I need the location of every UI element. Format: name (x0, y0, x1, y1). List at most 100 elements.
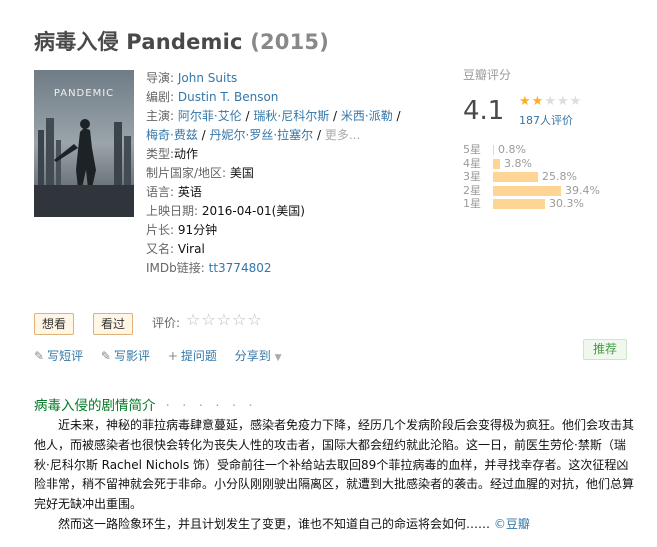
rating-score: 4.1 (463, 96, 505, 126)
rating-dist-bar (493, 172, 538, 182)
cast-row: 主演: 阿尔菲·艾伦 / 瑞秋·尼科尔斯 / 米西·派勒 / (146, 109, 401, 123)
cast-link[interactable]: 梅奇·费兹 (146, 128, 198, 142)
summary-paragraph-2: 然而这一路险象环生，并且计划发生了变更，谁也不知道自己的命运将会如何…… ©豆瓣 (34, 515, 634, 535)
aka-label: 又名: (146, 242, 175, 256)
movie-poster[interactable]: PANDEMIC (34, 70, 134, 217)
summary-heading: 病毒入侵的剧情简介 · · · · · · (34, 394, 257, 414)
rating-dist-percent: 25.8% (542, 170, 577, 183)
imdb-link[interactable]: tt3774802 (209, 261, 272, 275)
rate-label: 评价: (152, 316, 181, 330)
rating-dist-label: 4星 (463, 156, 481, 170)
movie-year: (2015) (250, 30, 330, 54)
share-dropdown[interactable]: 分享到 ▼ (235, 349, 282, 363)
country-value: 美国 (229, 166, 254, 180)
poster-title: PANDEMIC (54, 88, 114, 99)
pencil-icon: ✎ (34, 349, 45, 363)
rating-dist-percent: 0.8% (498, 143, 526, 156)
rating-dist-percent: 39.4% (565, 183, 600, 197)
cast-link[interactable]: 米西·派勒 (341, 109, 393, 123)
want-to-watch-button[interactable]: 想看 (34, 313, 75, 335)
rating-panel: 豆瓣评分 4.1 ★★★★★ 187人评价 5星 0.8% 4星 3.8% 3星 25.8… (463, 66, 643, 210)
movie-info: 导演: John Suits 编剧: Dustin T. Benson 主演: … (146, 69, 446, 278)
empty-star-icon[interactable]: ☆ (232, 310, 247, 329)
plus-icon: + (167, 349, 178, 363)
rating-stars: ★★★★★ (519, 94, 582, 109)
language-value: 英语 (177, 185, 202, 199)
write-review-link[interactable]: ✎ 写影评 (101, 349, 150, 363)
rating-dist-row: 2星 39.4% (463, 184, 643, 198)
ask-question-link[interactable]: + 提问题 (168, 349, 217, 363)
poster-image: PANDEMIC (34, 70, 134, 217)
summary-body: 近未来，神秘的菲拉病毒肆意蔓延，感染者免疫力下降，经历几个发病阶段后会变得极为疯… (34, 416, 634, 535)
star-icon: ★ (556, 94, 570, 109)
summary-heading-dots: · · · · · · (165, 398, 257, 414)
genre-row: 类型:动作 (146, 145, 446, 164)
rating-dist-label: 5星 (463, 143, 481, 156)
votes-link[interactable]: 187人评价 (519, 112, 573, 128)
release-label: 上映日期: (146, 204, 199, 218)
rating-dist-percent: 3.8% (504, 156, 532, 170)
cast-label: 主演: (146, 109, 175, 123)
rating-dist-bar (493, 158, 500, 169)
write-short-review-link[interactable]: ✎ 写短评 (34, 349, 83, 363)
rating-dist-label: 3星 (463, 170, 481, 183)
douban-source-link[interactable]: ©豆瓣 (494, 517, 530, 531)
ask-label: 提问题 (180, 349, 217, 363)
aka-row: 又名: Viral (146, 240, 446, 259)
runtime-row: 片长: 91分钟 (146, 221, 446, 240)
cast-row-2: 梅奇·费兹 / 丹妮尔·罗丝·拉塞尔 / 更多... (146, 128, 361, 142)
movie-name: 病毒入侵 Pandemic (34, 30, 243, 54)
rating-dist-label: 2星 (463, 183, 481, 197)
writer-row: 编剧: Dustin T. Benson (146, 88, 446, 107)
share-label: 分享到 (234, 349, 271, 363)
rating-label: 豆瓣评分 (463, 68, 512, 82)
empty-star-icon[interactable]: ☆ (201, 310, 216, 329)
short-review-label: 写短评 (47, 349, 84, 363)
summary-paragraph: 近未来，神秘的菲拉病毒肆意蔓延，感染者免疫力下降，经历几个发病阶段后会变得极为疯… (34, 418, 635, 512)
recommend-button[interactable]: 推荐 (583, 339, 627, 360)
genre-value: 动作 (174, 147, 199, 161)
page-title: 病毒入侵 Pandemic (2015) (34, 26, 329, 56)
aka-value: Viral (177, 242, 205, 256)
writer-link[interactable]: Dustin T. Benson (178, 90, 279, 104)
summary-heading-text: 病毒入侵的剧情简介 (34, 398, 156, 414)
rating-distribution: 5星 0.8% 4星 3.8% 3星 25.8% 2星 39.4% 1星 30.3% (463, 143, 643, 211)
rating-dist-bar (493, 199, 545, 209)
rating-dist-bar (493, 145, 494, 155)
rating-dist-percent: 30.3% (549, 197, 584, 210)
star-icon: ★ (569, 94, 583, 109)
director-label: 导演: (146, 71, 175, 85)
release-value: 2016-04-01(美国) (201, 204, 305, 218)
empty-star-icon[interactable]: ☆ (217, 310, 232, 329)
cast-more-link[interactable]: 更多... (325, 128, 360, 142)
empty-star-icon[interactable]: ☆ (186, 310, 201, 329)
runtime-value: 91分钟 (177, 223, 218, 237)
cast-link[interactable]: 阿尔菲·艾伦 (178, 109, 242, 123)
chevron-down-icon: ▼ (274, 353, 282, 363)
cast-link[interactable]: 丹妮尔·罗丝·拉塞尔 (210, 128, 314, 142)
rating-dist-row: 1星 30.3% (463, 197, 643, 211)
action-bar: ✎ 写短评 ✎ 写影评 + 提问题 分享到 ▼ (34, 347, 281, 364)
runtime-label: 片长: (146, 223, 175, 237)
summary-paragraph-2-text: 然而这一路险象环生，并且计划发生了变更，谁也不知道自己的命运将会如何…… (58, 516, 491, 531)
director-row: 导演: John Suits (146, 69, 446, 88)
pencil-icon: ✎ (100, 349, 111, 363)
rating-dist-row: 5星 0.8% (463, 143, 643, 157)
writer-label: 编剧: (146, 90, 175, 104)
review-label: 写影评 (113, 349, 150, 363)
rating-dist-bar (493, 185, 561, 196)
language-row: 语言: 英语 (146, 183, 446, 202)
director-link[interactable]: John Suits (178, 71, 237, 85)
rating-dist-row: 3星 25.8% (463, 170, 643, 184)
rate-stars[interactable]: ☆☆☆☆☆ (186, 310, 263, 329)
watched-button[interactable]: 看过 (93, 313, 134, 335)
cast-link[interactable]: 瑞秋·尼科尔斯 (253, 109, 329, 123)
genre-label: 类型: (146, 147, 175, 161)
rating-dist-label: 1星 (463, 197, 481, 210)
empty-star-icon[interactable]: ☆ (247, 310, 262, 329)
country-label: 制片国家/地区: (146, 166, 227, 180)
star-icon: ★ (531, 94, 545, 109)
language-label: 语言: (146, 185, 175, 199)
imdb-row: IMDb链接: tt3774802 (146, 259, 446, 278)
star-icon: ★ (544, 94, 557, 109)
